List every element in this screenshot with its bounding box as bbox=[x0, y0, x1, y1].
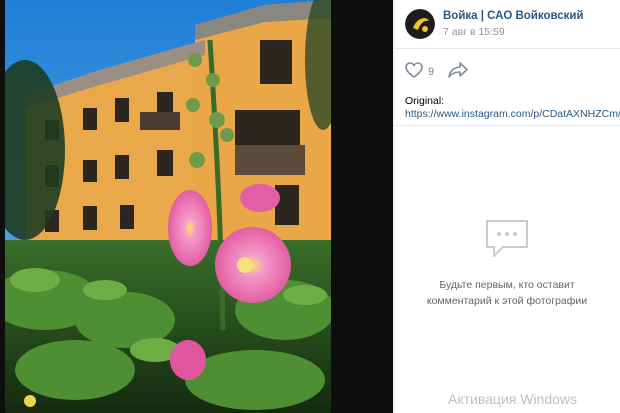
post-sidebar: Войка | САО Войковский 7 авг в 15:59 9 O… bbox=[393, 0, 620, 413]
post-description: Original: https://www.instagram.com/p/CD… bbox=[394, 95, 620, 121]
like-button[interactable]: 9 bbox=[405, 61, 435, 83]
divider bbox=[394, 125, 620, 126]
avatar[interactable] bbox=[405, 9, 435, 39]
heart-icon bbox=[405, 61, 423, 83]
share-arrow-icon bbox=[448, 61, 468, 83]
instagram-link[interactable]: https://www.instagram.com/p/CDatAXNHZCm/ bbox=[405, 108, 620, 121]
empty-comments-text: Будьте первым, кто оставит комментарий к… bbox=[426, 279, 588, 307]
comments-empty-state: Будьте первым, кто оставит комментарий к… bbox=[394, 218, 620, 309]
post-photo[interactable] bbox=[5, 0, 331, 413]
photo-viewer bbox=[0, 0, 393, 413]
share-button[interactable] bbox=[448, 61, 468, 83]
speech-bubble-icon bbox=[483, 218, 531, 267]
post-date[interactable]: 7 авг в 15:59 bbox=[443, 25, 584, 39]
author-link[interactable]: Войка | САО Войковский bbox=[443, 9, 584, 23]
windows-activation-watermark: Активация Windows bbox=[448, 391, 578, 407]
post-header: Войка | САО Войковский 7 авг в 15:59 bbox=[394, 0, 620, 49]
post-actions: 9 bbox=[394, 49, 620, 95]
like-count: 9 bbox=[428, 66, 435, 78]
description-label: Original: bbox=[405, 95, 445, 107]
